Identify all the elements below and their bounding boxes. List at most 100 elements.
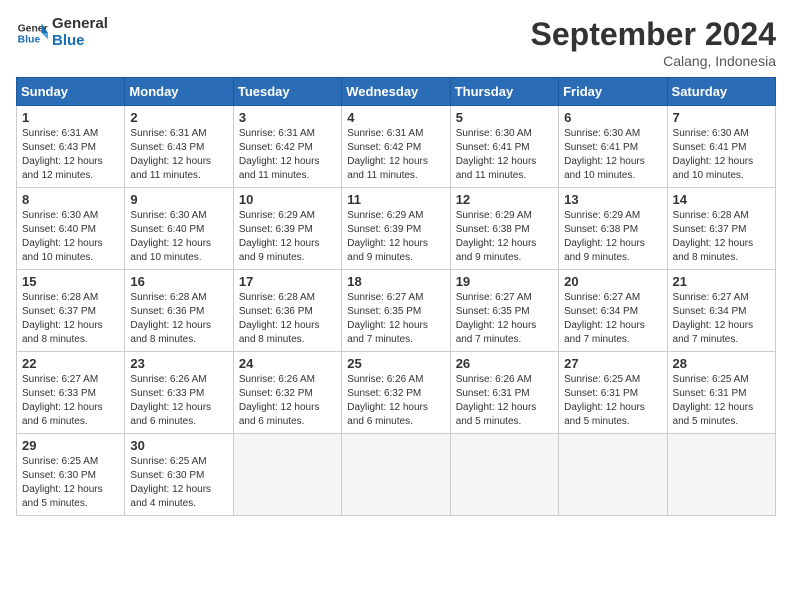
- day-info: Sunrise: 6:28 AM Sunset: 6:36 PM Dayligh…: [130, 291, 227, 347]
- day-info: Sunrise: 6:28 AM Sunset: 6:36 PM Dayligh…: [239, 291, 336, 347]
- day-cell-18: 18 Sunrise: 6:27 AM Sunset: 6:35 PM Dayl…: [342, 270, 450, 352]
- day-number: 1: [22, 110, 119, 125]
- column-header-monday: Monday: [125, 78, 233, 106]
- column-header-sunday: Sunday: [17, 78, 125, 106]
- svg-text:Blue: Blue: [18, 34, 41, 45]
- day-info: Sunrise: 6:29 AM Sunset: 6:39 PM Dayligh…: [239, 209, 336, 265]
- day-number: 23: [130, 356, 227, 371]
- day-number: 16: [130, 274, 227, 289]
- day-cell-7: 7 Sunrise: 6:30 AM Sunset: 6:41 PM Dayli…: [667, 106, 775, 188]
- day-cell-30: 30 Sunrise: 6:25 AM Sunset: 6:30 PM Dayl…: [125, 434, 233, 516]
- day-cell-17: 17 Sunrise: 6:28 AM Sunset: 6:36 PM Dayl…: [233, 270, 341, 352]
- logo-icon: General Blue: [16, 17, 48, 49]
- logo-line1: General: [52, 16, 108, 33]
- day-info: Sunrise: 6:29 AM Sunset: 6:39 PM Dayligh…: [347, 209, 444, 265]
- day-info: Sunrise: 6:27 AM Sunset: 6:34 PM Dayligh…: [673, 291, 770, 347]
- day-cell-4: 4 Sunrise: 6:31 AM Sunset: 6:42 PM Dayli…: [342, 106, 450, 188]
- header-row: SundayMondayTuesdayWednesdayThursdayFrid…: [17, 78, 776, 106]
- day-cell-5: 5 Sunrise: 6:30 AM Sunset: 6:41 PM Dayli…: [450, 106, 558, 188]
- day-number: 19: [456, 274, 553, 289]
- day-cell-26: 26 Sunrise: 6:26 AM Sunset: 6:31 PM Dayl…: [450, 352, 558, 434]
- day-number: 11: [347, 192, 444, 207]
- day-number: 4: [347, 110, 444, 125]
- day-info: Sunrise: 6:30 AM Sunset: 6:40 PM Dayligh…: [130, 209, 227, 265]
- day-cell-19: 19 Sunrise: 6:27 AM Sunset: 6:35 PM Dayl…: [450, 270, 558, 352]
- page-header: General Blue General Blue September 2024…: [16, 16, 776, 69]
- day-cell-24: 24 Sunrise: 6:26 AM Sunset: 6:32 PM Dayl…: [233, 352, 341, 434]
- week-row-5: 29 Sunrise: 6:25 AM Sunset: 6:30 PM Dayl…: [17, 434, 776, 516]
- day-number: 2: [130, 110, 227, 125]
- day-cell-23: 23 Sunrise: 6:26 AM Sunset: 6:33 PM Dayl…: [125, 352, 233, 434]
- day-number: 22: [22, 356, 119, 371]
- title-block: September 2024 Calang, Indonesia: [531, 16, 776, 69]
- column-header-saturday: Saturday: [667, 78, 775, 106]
- day-cell-1: 1 Sunrise: 6:31 AM Sunset: 6:43 PM Dayli…: [17, 106, 125, 188]
- day-info: Sunrise: 6:28 AM Sunset: 6:37 PM Dayligh…: [673, 209, 770, 265]
- day-number: 9: [130, 192, 227, 207]
- day-info: Sunrise: 6:27 AM Sunset: 6:34 PM Dayligh…: [564, 291, 661, 347]
- month-year: September 2024: [531, 16, 776, 53]
- day-info: Sunrise: 6:27 AM Sunset: 6:33 PM Dayligh…: [22, 373, 119, 429]
- column-header-friday: Friday: [559, 78, 667, 106]
- day-cell-2: 2 Sunrise: 6:31 AM Sunset: 6:43 PM Dayli…: [125, 106, 233, 188]
- logo-line2: Blue: [52, 33, 108, 50]
- day-info: Sunrise: 6:30 AM Sunset: 6:41 PM Dayligh…: [456, 127, 553, 183]
- column-header-thursday: Thursday: [450, 78, 558, 106]
- day-number: 21: [673, 274, 770, 289]
- location: Calang, Indonesia: [531, 53, 776, 69]
- day-cell-22: 22 Sunrise: 6:27 AM Sunset: 6:33 PM Dayl…: [17, 352, 125, 434]
- day-number: 12: [456, 192, 553, 207]
- day-cell-15: 15 Sunrise: 6:28 AM Sunset: 6:37 PM Dayl…: [17, 270, 125, 352]
- day-cell-8: 8 Sunrise: 6:30 AM Sunset: 6:40 PM Dayli…: [17, 188, 125, 270]
- day-info: Sunrise: 6:25 AM Sunset: 6:30 PM Dayligh…: [130, 455, 227, 511]
- day-cell-20: 20 Sunrise: 6:27 AM Sunset: 6:34 PM Dayl…: [559, 270, 667, 352]
- day-number: 28: [673, 356, 770, 371]
- day-number: 5: [456, 110, 553, 125]
- day-number: 20: [564, 274, 661, 289]
- day-info: Sunrise: 6:26 AM Sunset: 6:31 PM Dayligh…: [456, 373, 553, 429]
- day-cell-27: 27 Sunrise: 6:25 AM Sunset: 6:31 PM Dayl…: [559, 352, 667, 434]
- day-info: Sunrise: 6:30 AM Sunset: 6:41 PM Dayligh…: [673, 127, 770, 183]
- empty-cell: [450, 434, 558, 516]
- day-cell-6: 6 Sunrise: 6:30 AM Sunset: 6:41 PM Dayli…: [559, 106, 667, 188]
- day-number: 25: [347, 356, 444, 371]
- logo: General Blue General Blue: [16, 16, 108, 49]
- column-header-wednesday: Wednesday: [342, 78, 450, 106]
- week-row-2: 8 Sunrise: 6:30 AM Sunset: 6:40 PM Dayli…: [17, 188, 776, 270]
- day-cell-12: 12 Sunrise: 6:29 AM Sunset: 6:38 PM Dayl…: [450, 188, 558, 270]
- day-number: 14: [673, 192, 770, 207]
- day-number: 3: [239, 110, 336, 125]
- day-info: Sunrise: 6:25 AM Sunset: 6:31 PM Dayligh…: [673, 373, 770, 429]
- day-info: Sunrise: 6:25 AM Sunset: 6:30 PM Dayligh…: [22, 455, 119, 511]
- empty-cell: [233, 434, 341, 516]
- week-row-1: 1 Sunrise: 6:31 AM Sunset: 6:43 PM Dayli…: [17, 106, 776, 188]
- day-info: Sunrise: 6:29 AM Sunset: 6:38 PM Dayligh…: [564, 209, 661, 265]
- day-cell-29: 29 Sunrise: 6:25 AM Sunset: 6:30 PM Dayl…: [17, 434, 125, 516]
- day-info: Sunrise: 6:27 AM Sunset: 6:35 PM Dayligh…: [347, 291, 444, 347]
- day-number: 10: [239, 192, 336, 207]
- day-cell-3: 3 Sunrise: 6:31 AM Sunset: 6:42 PM Dayli…: [233, 106, 341, 188]
- day-cell-14: 14 Sunrise: 6:28 AM Sunset: 6:37 PM Dayl…: [667, 188, 775, 270]
- day-number: 24: [239, 356, 336, 371]
- day-info: Sunrise: 6:26 AM Sunset: 6:32 PM Dayligh…: [239, 373, 336, 429]
- day-info: Sunrise: 6:30 AM Sunset: 6:40 PM Dayligh…: [22, 209, 119, 265]
- day-number: 27: [564, 356, 661, 371]
- day-number: 26: [456, 356, 553, 371]
- calendar-table: SundayMondayTuesdayWednesdayThursdayFrid…: [16, 77, 776, 516]
- week-row-4: 22 Sunrise: 6:27 AM Sunset: 6:33 PM Dayl…: [17, 352, 776, 434]
- day-number: 29: [22, 438, 119, 453]
- day-info: Sunrise: 6:26 AM Sunset: 6:32 PM Dayligh…: [347, 373, 444, 429]
- day-info: Sunrise: 6:31 AM Sunset: 6:42 PM Dayligh…: [347, 127, 444, 183]
- day-cell-10: 10 Sunrise: 6:29 AM Sunset: 6:39 PM Dayl…: [233, 188, 341, 270]
- day-cell-25: 25 Sunrise: 6:26 AM Sunset: 6:32 PM Dayl…: [342, 352, 450, 434]
- day-info: Sunrise: 6:25 AM Sunset: 6:31 PM Dayligh…: [564, 373, 661, 429]
- day-cell-28: 28 Sunrise: 6:25 AM Sunset: 6:31 PM Dayl…: [667, 352, 775, 434]
- day-info: Sunrise: 6:31 AM Sunset: 6:43 PM Dayligh…: [22, 127, 119, 183]
- day-cell-11: 11 Sunrise: 6:29 AM Sunset: 6:39 PM Dayl…: [342, 188, 450, 270]
- column-header-tuesday: Tuesday: [233, 78, 341, 106]
- day-number: 7: [673, 110, 770, 125]
- day-cell-16: 16 Sunrise: 6:28 AM Sunset: 6:36 PM Dayl…: [125, 270, 233, 352]
- day-number: 8: [22, 192, 119, 207]
- empty-cell: [667, 434, 775, 516]
- day-info: Sunrise: 6:30 AM Sunset: 6:41 PM Dayligh…: [564, 127, 661, 183]
